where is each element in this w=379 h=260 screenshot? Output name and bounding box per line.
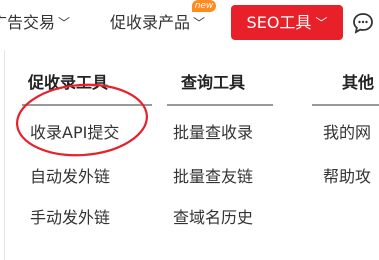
column-divider: [22, 104, 152, 106]
nav-item-ad-trade[interactable]: 广告交易﹀: [0, 11, 70, 36]
chat-bubble-icon[interactable]: [352, 12, 374, 34]
link-index-api-submit[interactable]: 收录API提交: [30, 123, 119, 143]
seo-tools-label: SEO工具: [246, 13, 312, 32]
column-divider: [167, 104, 273, 106]
column-title-query-tools: 查询工具: [181, 73, 246, 92]
nav-item-index-products[interactable]: 促收录产品 ﹀: [110, 11, 205, 36]
nav-item-index-products-label: 促收录产品: [110, 13, 191, 32]
chevron-down-icon: ﹀: [58, 16, 71, 30]
column-divider: [312, 104, 379, 106]
link-my-site[interactable]: 我的网: [323, 123, 371, 143]
top-navbar: 广告交易﹀ 促收录产品﹀ new SEO工具﹀: [0, 0, 379, 50]
column-title-index-tools: 促收录工具: [28, 73, 109, 92]
seo-tools-dropdown: 促收录工具 收录API提交 自动发外链 手动发外链 查询工具 批量查收录 批量查…: [4, 50, 379, 260]
link-batch-friendlink-check[interactable]: 批量查友链: [173, 167, 253, 187]
link-domain-history[interactable]: 查域名历史: [173, 208, 253, 228]
column-title-other: 其他: [342, 73, 375, 92]
chevron-down-icon: ﹀: [193, 16, 206, 30]
new-badge: new: [192, 0, 216, 12]
link-help-guide[interactable]: 帮助攻: [323, 167, 371, 187]
link-manual-backlinks[interactable]: 手动发外链: [30, 208, 110, 228]
link-batch-index-check[interactable]: 批量查收录: [173, 123, 253, 143]
nav-item-ad-trade-label: 广告交易: [0, 13, 56, 32]
chevron-down-icon: ﹀: [315, 16, 328, 30]
link-auto-backlinks[interactable]: 自动发外链: [30, 167, 110, 187]
seo-tools-button[interactable]: SEO工具 ﹀: [231, 5, 343, 40]
